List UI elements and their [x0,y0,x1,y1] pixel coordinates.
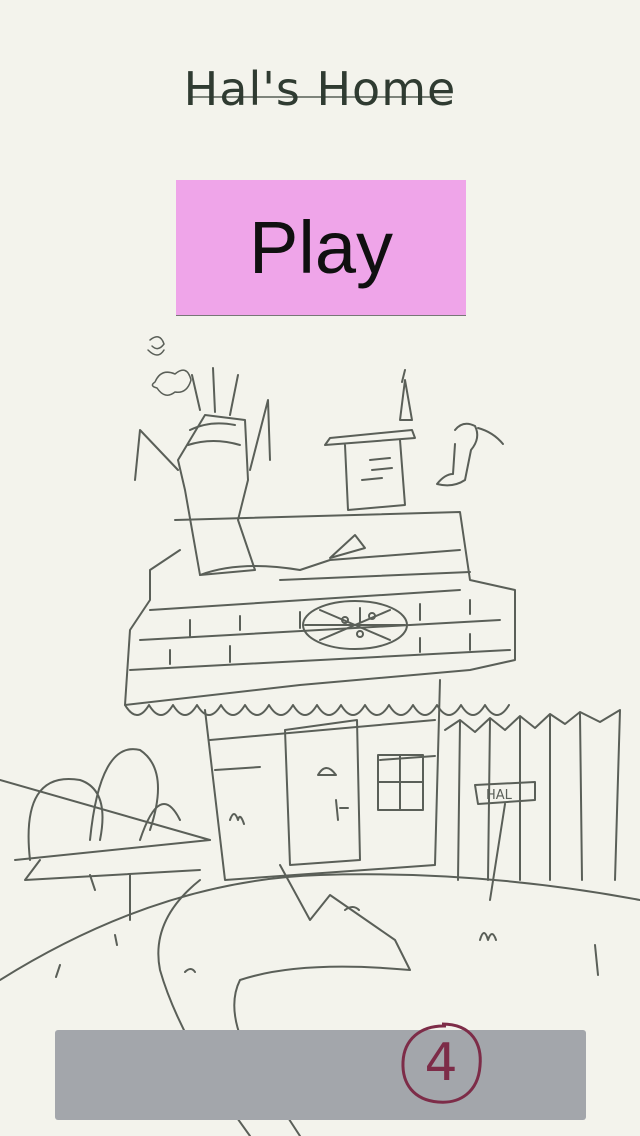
level-counter: 4 [398,1020,484,1106]
house-sketch-illustration: HAL [0,336,640,1136]
play-button[interactable]: Play [176,180,466,315]
game-title: Hal's Home [183,62,457,116]
sign-text: HAL [486,788,513,803]
circle-icon [401,1022,482,1104]
title-scribble [190,96,452,98]
bottom-bar [55,1030,586,1120]
